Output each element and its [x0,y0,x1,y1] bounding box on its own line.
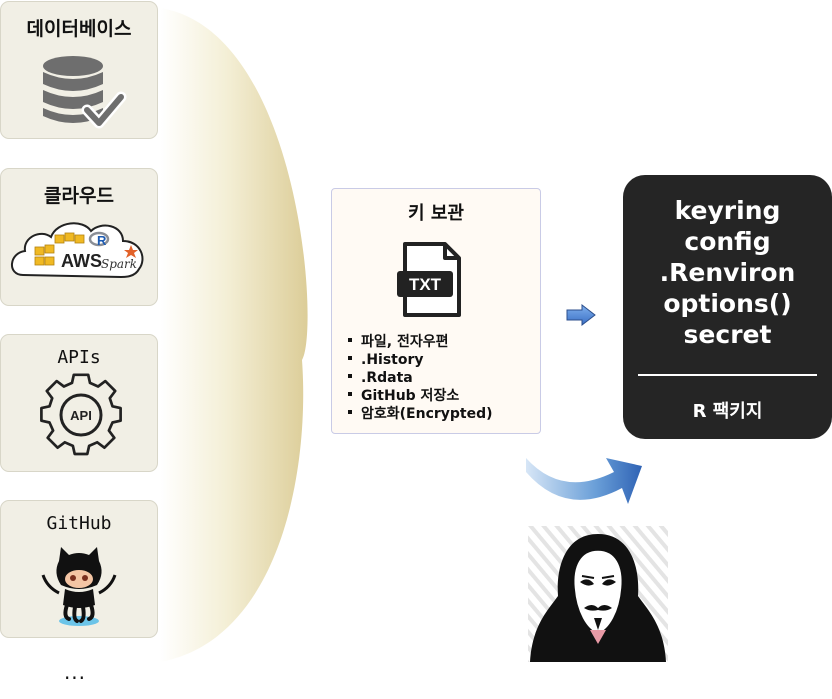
source-card-database: 데이터베이스 [0,1,158,139]
package-footer: R 팩키지 [692,401,763,422]
package-divider [638,374,817,376]
package-name-list: keyring config .Renviron options() secre… [623,195,832,350]
list-item: 파일, 전자우편 [348,333,493,351]
api-gear-icon: API [40,373,122,456]
spark-text: Spark [101,257,137,271]
key-storage-box: 키 보관 TXT 파일, 전자우편 .History .Rdata GitHub… [331,188,541,434]
package-name-options: options() [663,289,792,318]
list-item: .History [348,351,493,369]
aws-text: AWS [61,251,102,271]
key-storage-title: 키 보관 [408,203,464,224]
package-name-secret: secret [683,320,772,349]
cloud-aws-spark-icon: R AWS Spark [11,222,144,279]
package-name-renviron: .Renviron [659,258,796,287]
curved-arrow-icon [526,458,642,504]
more-sources-ellipsis: ... [63,660,87,684]
list-item: .Rdata [348,369,493,387]
package-name-config: config [684,227,771,256]
curtain-shape [160,8,308,662]
octocat-icon [41,547,117,626]
source-card-cloud: 클라우드 R AWS Spark [0,168,158,306]
anonymous-hacker-icon [528,526,668,662]
api-badge-text: API [70,408,92,423]
package-name-keyring: keyring [674,196,781,225]
r-logo-text: R [97,233,107,248]
list-item: 암호화(Encrypted) [348,405,493,423]
txt-label: TXT [409,275,442,294]
right-arrow-icon [566,304,596,326]
r-package-box: keyring config .Renviron options() secre… [623,175,832,439]
txt-file-icon: TXT [397,242,461,317]
source-card-github: GitHub [0,500,158,638]
storage-methods-list: 파일, 전자우편 .History .Rdata GitHub 저장소 암호화(… [348,333,493,423]
list-item: GitHub 저장소 [348,387,493,405]
source-card-apis: APIs API [0,334,158,472]
database-check-icon [43,56,127,129]
